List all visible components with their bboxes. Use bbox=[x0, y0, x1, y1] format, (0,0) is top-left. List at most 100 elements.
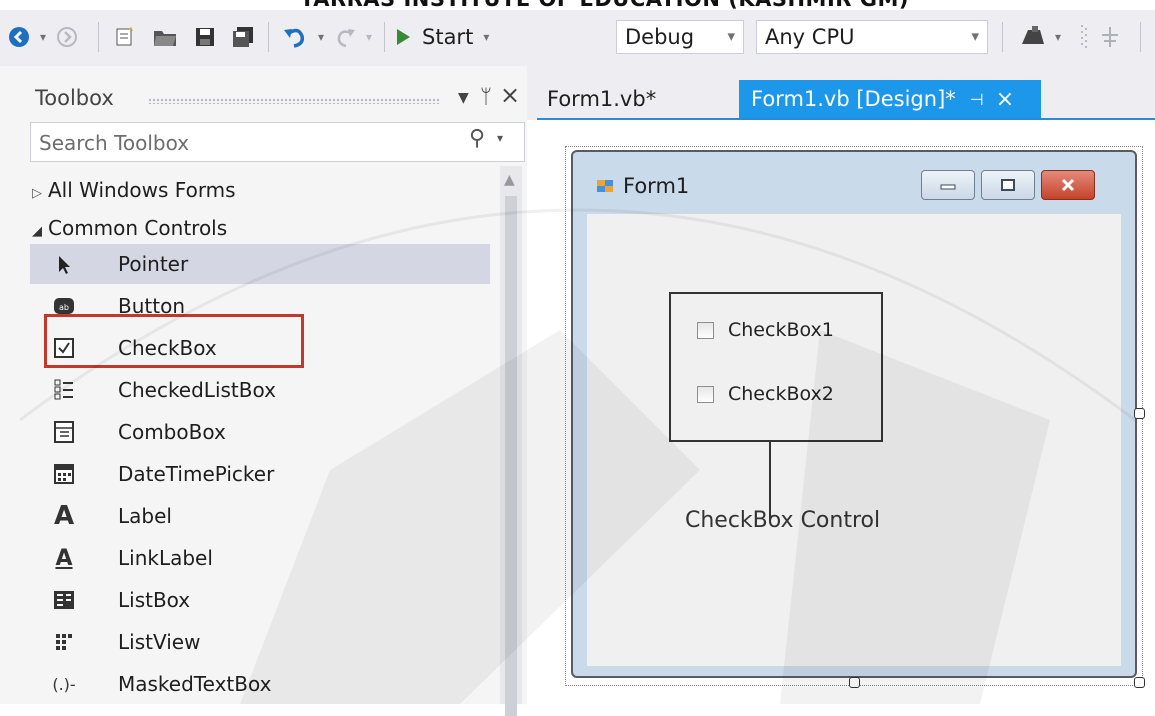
editor-area: Form1.vb* Form1.vb [Design]* ⊣ × Form1 C… bbox=[527, 66, 1155, 704]
collapse-icon: ◢ bbox=[32, 224, 42, 239]
start-dropdown-icon: ▾ bbox=[483, 30, 490, 44]
search-options-icon[interactable]: ▾ bbox=[497, 131, 503, 145]
toolbar-separator bbox=[98, 22, 99, 52]
checkbox-square[interactable] bbox=[697, 385, 714, 403]
toolbox-item-label: ComboBox bbox=[118, 420, 226, 444]
toolbox-item-listbox[interactable]: ListBox bbox=[30, 580, 490, 620]
save-all-icon[interactable] bbox=[228, 20, 258, 54]
form-designer-surface[interactable]: Form1 CheckBox1 CheckBox2 CheckBox Contr… bbox=[537, 120, 1155, 704]
close-icon bbox=[1061, 178, 1075, 192]
checkbox-2-label: CheckBox2 bbox=[728, 383, 834, 405]
toolbox-item-combobox[interactable]: ComboBox bbox=[30, 412, 490, 452]
checkbox-group: CheckBox1 CheckBox2 bbox=[669, 292, 883, 442]
platform-dropdown[interactable]: Any CPU ▾ bbox=[756, 20, 988, 54]
toolbox-panel: Toolbox ▼ ᛘ × ⚲ ▾ ▷ All Windows Forms ◢ Co… bbox=[0, 66, 527, 716]
back-icon[interactable] bbox=[6, 20, 32, 54]
form-client-area[interactable]: CheckBox1 CheckBox2 CheckBox Control bbox=[587, 214, 1121, 666]
toolbar-separator bbox=[384, 22, 385, 52]
listbox-icon bbox=[50, 586, 78, 614]
toolbox-item-label: ListBox bbox=[118, 588, 191, 612]
tab-form1-code[interactable]: Form1.vb* bbox=[537, 80, 666, 118]
maximize-button[interactable] bbox=[981, 170, 1035, 200]
find-icon[interactable] bbox=[1016, 20, 1048, 54]
toolbox-item-label: LinkLabel bbox=[118, 546, 213, 570]
form-window[interactable]: Form1 CheckBox1 CheckBox2 CheckBox Contr… bbox=[571, 150, 1137, 678]
toolbox-search[interactable]: ⚲ ▾ bbox=[30, 122, 525, 162]
checkbox-1[interactable]: CheckBox1 bbox=[697, 316, 834, 344]
scrollbar-thumb[interactable] bbox=[505, 196, 517, 716]
redo-icon[interactable] bbox=[332, 20, 358, 54]
search-icon[interactable]: ⚲ bbox=[469, 126, 485, 151]
callout-label: CheckBox Control bbox=[685, 508, 881, 533]
close-icon[interactable]: × bbox=[500, 81, 520, 109]
group-label: Common Controls bbox=[48, 216, 228, 240]
pointer-icon bbox=[50, 250, 78, 278]
checkbox-2[interactable]: CheckBox2 bbox=[697, 380, 834, 408]
toolbox-scrollbar[interactable]: ▲ bbox=[500, 166, 522, 716]
toolbox-item-pointer[interactable]: Pointer bbox=[30, 244, 490, 284]
toolbox-item-listview[interactable]: ListView bbox=[30, 622, 490, 662]
watermark-banner: TARRAS INSTITUTE OF EDUCATION (KASHMIR G… bbox=[0, 0, 1155, 10]
start-button[interactable]: Start ▾ bbox=[394, 20, 514, 54]
toolbox-title: Toolbox bbox=[35, 86, 114, 110]
minimize-button[interactable] bbox=[921, 170, 975, 200]
tab-label: Form1.vb [Design]* bbox=[751, 87, 956, 111]
close-button[interactable] bbox=[1041, 170, 1095, 200]
platform-value: Any CPU bbox=[765, 25, 855, 49]
toolbox-item-label[interactable]: A Label bbox=[30, 496, 490, 536]
banner-text: TARRAS INSTITUTE OF EDUCATION (KASHMIR G… bbox=[300, 0, 909, 10]
scroll-up-icon[interactable]: ▲ bbox=[504, 172, 515, 188]
chevron-down-icon: ▾ bbox=[727, 27, 735, 45]
forward-icon[interactable] bbox=[54, 20, 80, 54]
checkbox-square[interactable] bbox=[697, 321, 714, 339]
configuration-dropdown[interactable]: Debug ▾ bbox=[616, 20, 744, 54]
panel-menu-icon[interactable]: ▼ bbox=[458, 90, 469, 106]
pin-icon[interactable]: ᛘ bbox=[480, 84, 492, 108]
toolbox-item-checkedlistbox[interactable]: CheckedListBox bbox=[30, 370, 490, 410]
toolbox-item-datetimepicker[interactable]: DateTimePicker bbox=[30, 454, 490, 494]
minimize-icon bbox=[940, 184, 956, 190]
close-tab-icon[interactable]: × bbox=[996, 87, 1014, 112]
tab-label: Form1.vb* bbox=[547, 87, 657, 111]
start-label: Start bbox=[422, 25, 474, 49]
redo-dropdown-icon[interactable]: ▾ bbox=[360, 20, 378, 54]
checkedlistbox-icon bbox=[50, 376, 78, 404]
toolbar-overflow-icon[interactable]: ▾ bbox=[1050, 20, 1066, 54]
checkbox-1-label: CheckBox1 bbox=[728, 319, 834, 341]
toolbox-item-label: CheckedListBox bbox=[118, 378, 276, 402]
toolbox-item-maskedtextbox[interactable]: (.)- MaskedTextBox bbox=[30, 664, 490, 704]
panel-grip[interactable] bbox=[148, 98, 440, 104]
pin-tab-icon[interactable]: ⊣ bbox=[970, 90, 984, 109]
datetimepicker-icon bbox=[50, 460, 78, 488]
configuration-value: Debug bbox=[625, 25, 695, 49]
toolbox-header: Toolbox ▼ ᛘ × bbox=[0, 78, 527, 118]
toolbox-item-linklabel[interactable]: A LinkLabel bbox=[30, 538, 490, 578]
listview-icon bbox=[50, 628, 78, 656]
undo-icon[interactable] bbox=[280, 20, 310, 54]
group-all-windows-forms[interactable]: ▷ All Windows Forms bbox=[32, 178, 236, 202]
toolbar-separator bbox=[1002, 22, 1003, 52]
pin-toolbar-icon[interactable] bbox=[1096, 20, 1124, 54]
tab-form1-design[interactable]: Form1.vb [Design]* ⊣ × bbox=[739, 80, 1041, 118]
resize-handle-right[interactable] bbox=[1134, 408, 1145, 419]
toolbox-item-label: Pointer bbox=[118, 252, 189, 276]
search-input[interactable] bbox=[37, 127, 441, 159]
checkbox-highlight-frame bbox=[44, 314, 304, 368]
combobox-icon bbox=[50, 418, 78, 446]
resize-handle-bottom[interactable] bbox=[849, 677, 860, 688]
svg-text:ab: ab bbox=[59, 303, 69, 312]
resize-handle-corner[interactable] bbox=[1134, 677, 1145, 688]
form-icon bbox=[597, 180, 613, 192]
group-common-controls[interactable]: ◢ Common Controls bbox=[32, 216, 227, 240]
new-project-icon[interactable] bbox=[110, 20, 140, 54]
maskedtextbox-icon: (.)- bbox=[52, 674, 76, 694]
back-dropdown-icon[interactable]: ▾ bbox=[34, 20, 52, 54]
save-icon[interactable] bbox=[190, 20, 220, 54]
toolbox-item-label: MaskedTextBox bbox=[118, 672, 272, 696]
open-file-icon[interactable] bbox=[150, 20, 180, 54]
group-label: All Windows Forms bbox=[48, 178, 236, 202]
document-tabs: Form1.vb* Form1.vb [Design]* ⊣ × bbox=[527, 66, 1155, 121]
toolbar-separator bbox=[1140, 22, 1141, 52]
undo-dropdown-icon[interactable]: ▾ bbox=[312, 20, 330, 54]
toolbar-grip-icon[interactable] bbox=[1074, 20, 1094, 54]
